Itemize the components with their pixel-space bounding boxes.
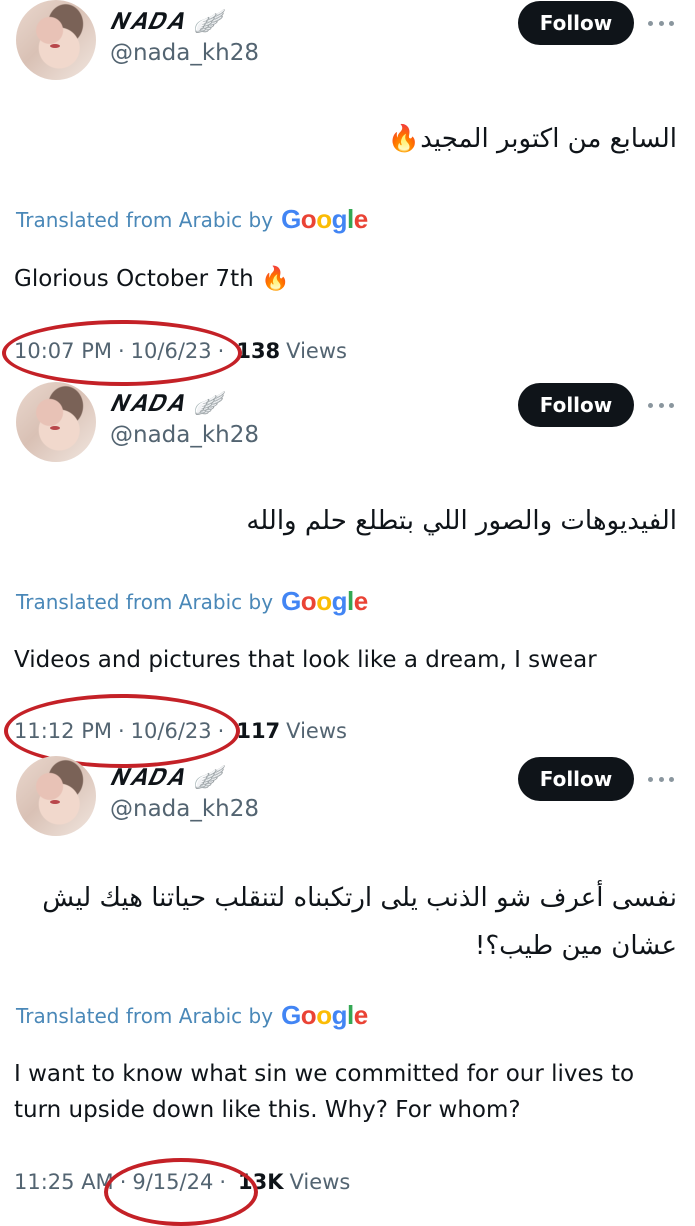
more-options-icon[interactable] xyxy=(648,400,674,410)
avatar[interactable] xyxy=(16,0,96,80)
google-logo: Google xyxy=(281,1000,368,1030)
avatar[interactable] xyxy=(16,382,96,462)
views-count: 138 xyxy=(236,339,281,363)
follow-button[interactable]: Follow xyxy=(518,1,634,45)
translation-attribution[interactable]: Translated from Arabic by Google xyxy=(16,1000,368,1031)
display-name[interactable]: 𝑵𝑨𝑫𝑨 🪽 xyxy=(110,764,224,791)
translated-label: Translated from Arabic by xyxy=(16,589,274,614)
handle[interactable]: @nada_kh28 xyxy=(110,40,259,66)
views-label: Views xyxy=(286,719,347,743)
tweet-text-english: Glorious October 7th 🔥 xyxy=(14,266,290,292)
handle[interactable]: @nada_kh28 xyxy=(110,796,259,822)
avatar[interactable] xyxy=(16,756,96,836)
translated-label: Translated from Arabic by xyxy=(16,1003,274,1028)
translated-label: Translated from Arabic by xyxy=(16,207,274,232)
follow-button[interactable]: Follow xyxy=(518,757,634,801)
follow-button[interactable]: Follow xyxy=(518,383,634,427)
tweet-text-english: Videos and pictures that look like a dre… xyxy=(14,647,597,673)
tweet-text-english: I want to know what sin we committed for… xyxy=(14,1061,635,1123)
tweet-1: 𝑵𝑨𝑫𝑨 🪽 @nada_kh28 Follow السابع من اكتوب… xyxy=(0,0,695,386)
google-logo: Google xyxy=(281,204,368,234)
annotation-circle xyxy=(104,1158,258,1226)
annotation-circle xyxy=(2,320,242,386)
views-count: 117 xyxy=(236,719,281,743)
translation-attribution[interactable]: Translated from Arabic by Google xyxy=(16,204,368,235)
timestamp-time[interactable]: 11:25 AM xyxy=(14,1170,114,1194)
more-options-icon[interactable] xyxy=(648,774,674,784)
more-options-icon[interactable] xyxy=(648,18,674,28)
display-name[interactable]: 𝑵𝑨𝑫𝑨 🪽 xyxy=(110,8,224,35)
translation-attribution[interactable]: Translated from Arabic by Google xyxy=(16,586,368,617)
tweet-text-arabic: نفسى أعرف شو الذنب يلى ارتكبناه لتنقلب ح… xyxy=(42,883,677,961)
tweet-2: 𝑵𝑨𝑫𝑨 🪽 @nada_kh28 Follow الفيديوهات والص… xyxy=(0,382,695,768)
tweet-text-arabic: السابع من اكتوبر المجيد🔥 xyxy=(387,124,677,154)
views-label: Views xyxy=(289,1170,351,1194)
google-logo: Google xyxy=(281,586,368,616)
tweet-text-arabic: الفيديوهات والصور اللي بتطلع حلم والله xyxy=(246,506,677,536)
display-name[interactable]: 𝑵𝑨𝑫𝑨 🪽 xyxy=(110,390,224,417)
views-label: Views xyxy=(286,339,347,363)
handle[interactable]: @nada_kh28 xyxy=(110,422,259,448)
tweet-3: 𝑵𝑨𝑫𝑨 🪽 @nada_kh28 Follow نفسى أعرف شو ال… xyxy=(0,756,695,1226)
